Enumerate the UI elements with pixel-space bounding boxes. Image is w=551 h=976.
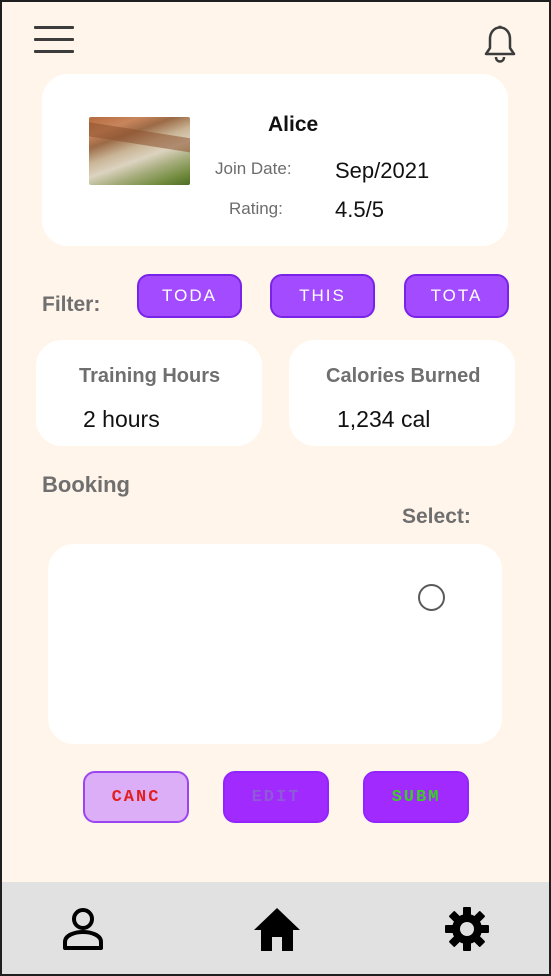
menu-bar — [34, 50, 74, 53]
gear-icon[interactable] — [444, 906, 490, 952]
menu-bar — [34, 38, 74, 41]
hamburger-menu-icon[interactable] — [34, 26, 74, 60]
calories-burned-value: 1,234 cal — [337, 406, 431, 432]
join-date-label: Join Date: — [215, 159, 292, 178]
filter-this-button[interactable]: THIS — [270, 274, 375, 318]
training-hours-card: Training Hours 2 hours — [36, 340, 262, 446]
edit-button[interactable]: EDIT — [223, 771, 329, 823]
person-icon[interactable] — [60, 906, 106, 952]
profile-card: Alice Join Date: Sep/2021 Rating: 4.5/5 — [42, 74, 508, 246]
rating-value: 4.5/5 — [335, 197, 384, 222]
training-hours-title: Training Hours — [79, 365, 221, 387]
rating-label: Rating: — [229, 199, 283, 218]
calories-burned-card: Calories Burned 1,234 cal — [289, 340, 515, 446]
menu-bar — [34, 26, 74, 29]
bottom-nav — [2, 882, 549, 974]
filter-total-button[interactable]: TOTA — [404, 274, 509, 318]
home-icon[interactable] — [252, 904, 302, 954]
profile-photo — [89, 117, 190, 185]
filter-label: Filter: — [42, 293, 101, 316]
calories-burned-title: Calories Burned — [326, 365, 481, 387]
submit-button[interactable]: SUBM — [363, 771, 469, 823]
cancel-button[interactable]: CANC — [83, 771, 189, 823]
booking-label: Booking — [42, 472, 130, 497]
booking-select-radio[interactable] — [418, 584, 445, 611]
training-hours-value: 2 hours — [83, 406, 160, 432]
booking-list — [48, 544, 502, 744]
join-date-value: Sep/2021 — [335, 158, 430, 183]
profile-name: Alice — [268, 113, 319, 136]
select-label: Select: — [402, 505, 471, 528]
app-screen: Alice Join Date: Sep/2021 Rating: 4.5/5 … — [0, 0, 551, 976]
filter-today-button[interactable]: TODA — [137, 274, 242, 318]
bell-icon[interactable] — [480, 22, 520, 64]
